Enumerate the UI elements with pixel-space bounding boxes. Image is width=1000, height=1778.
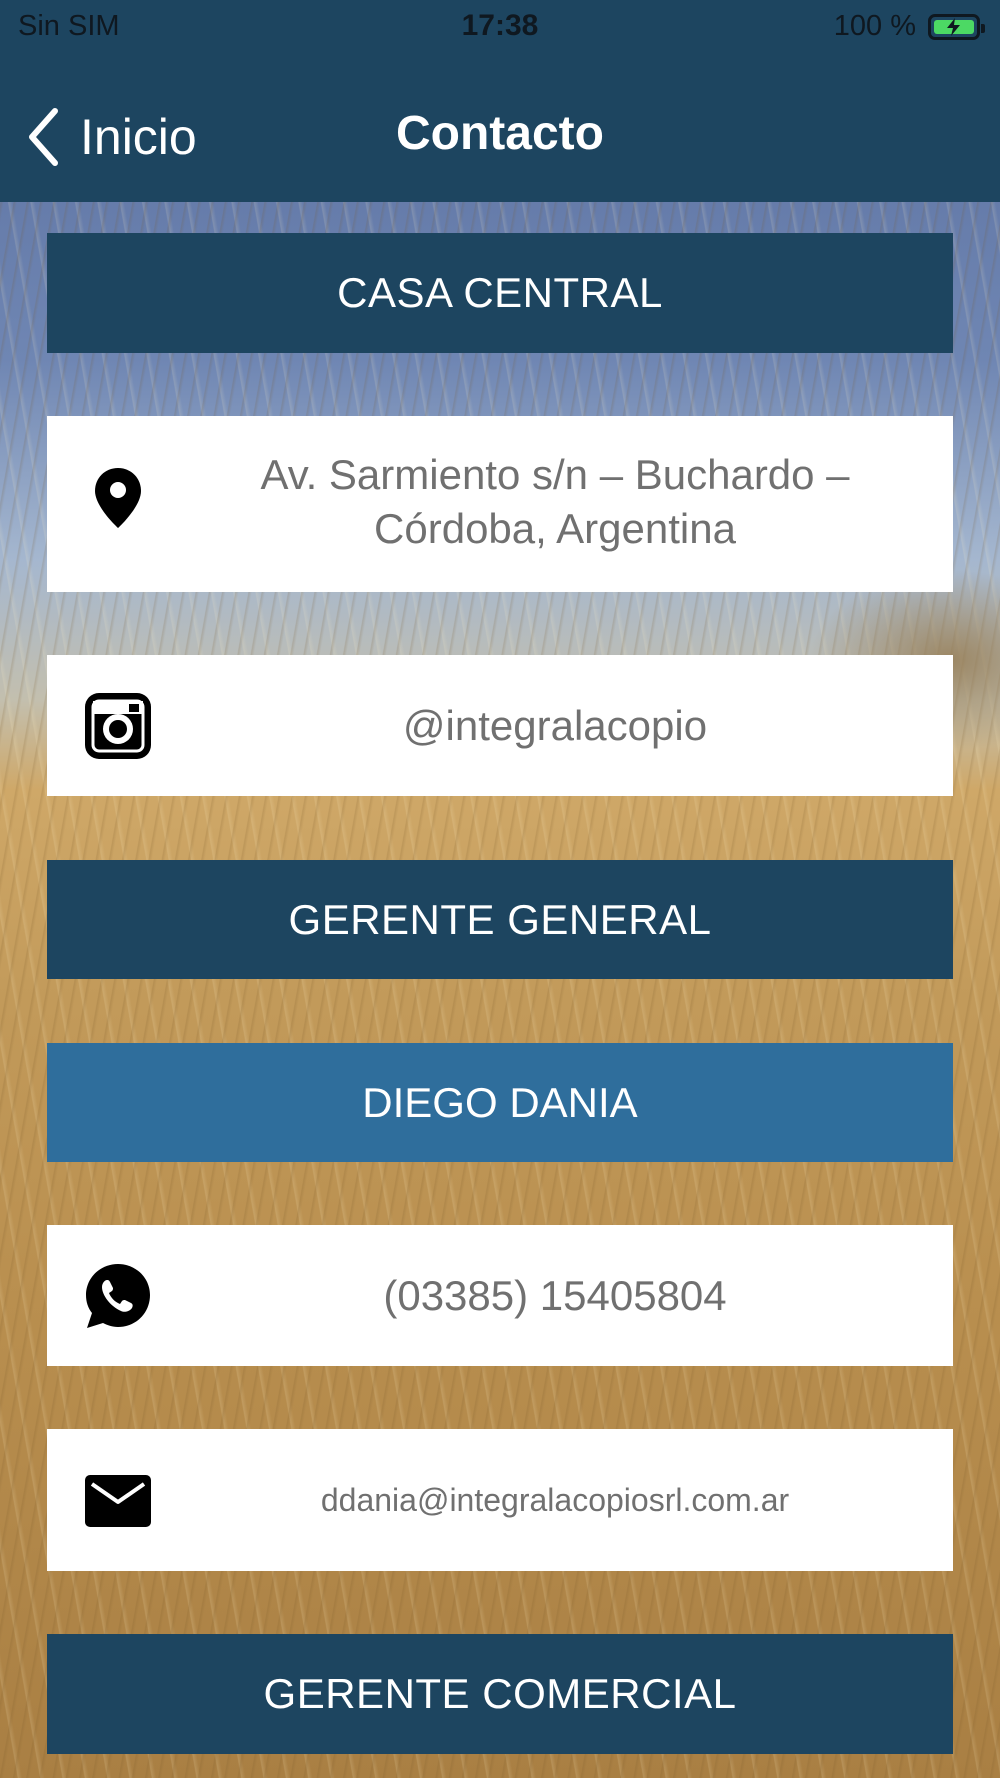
section-header-casa-central: CASA CENTRAL <box>47 233 953 353</box>
charging-bolt-icon <box>947 17 960 36</box>
location-pin-icon <box>83 466 153 530</box>
phone-number: (03385) 15405804 <box>383 1272 727 1319</box>
whatsapp-icon <box>83 1261 153 1331</box>
instagram-card[interactable]: @integralacopio <box>47 655 953 796</box>
section-header-gerente-comercial: GERENTE COMERCIAL <box>47 1634 953 1754</box>
email-card[interactable]: ddania@integralacopiosrl.com.ar <box>47 1429 953 1571</box>
app-screen: Sin SIM 17:38 100 % Inicio Contacto CASA… <box>0 0 1000 1778</box>
battery-icon <box>928 13 985 40</box>
navigation-bar: Inicio Contacto <box>0 52 1000 202</box>
phone-card[interactable]: (03385) 15405804 <box>47 1225 953 1366</box>
status-bar: Sin SIM 17:38 100 % <box>0 0 1000 52</box>
battery-status: 100 % <box>833 10 985 43</box>
address-card[interactable]: Av. Sarmiento s/n – Buchardo – Córdoba, … <box>47 416 953 592</box>
battery-percent: 100 % <box>833 10 916 42</box>
battery-cap <box>981 23 985 33</box>
mail-icon <box>83 1474 153 1528</box>
instagram-handle: @integralacopio <box>402 702 708 749</box>
email-address: ddania@integralacopiosrl.com.ar <box>320 1482 790 1518</box>
instagram-icon <box>83 691 153 761</box>
page-title: Contacto <box>396 107 604 160</box>
contact-name: DIEGO DANIA <box>47 1043 953 1162</box>
section-header-gerente-general: GERENTE GENERAL <box>47 860 953 979</box>
address-text: Av. Sarmiento s/n – Buchardo – Córdoba, … <box>260 451 850 552</box>
